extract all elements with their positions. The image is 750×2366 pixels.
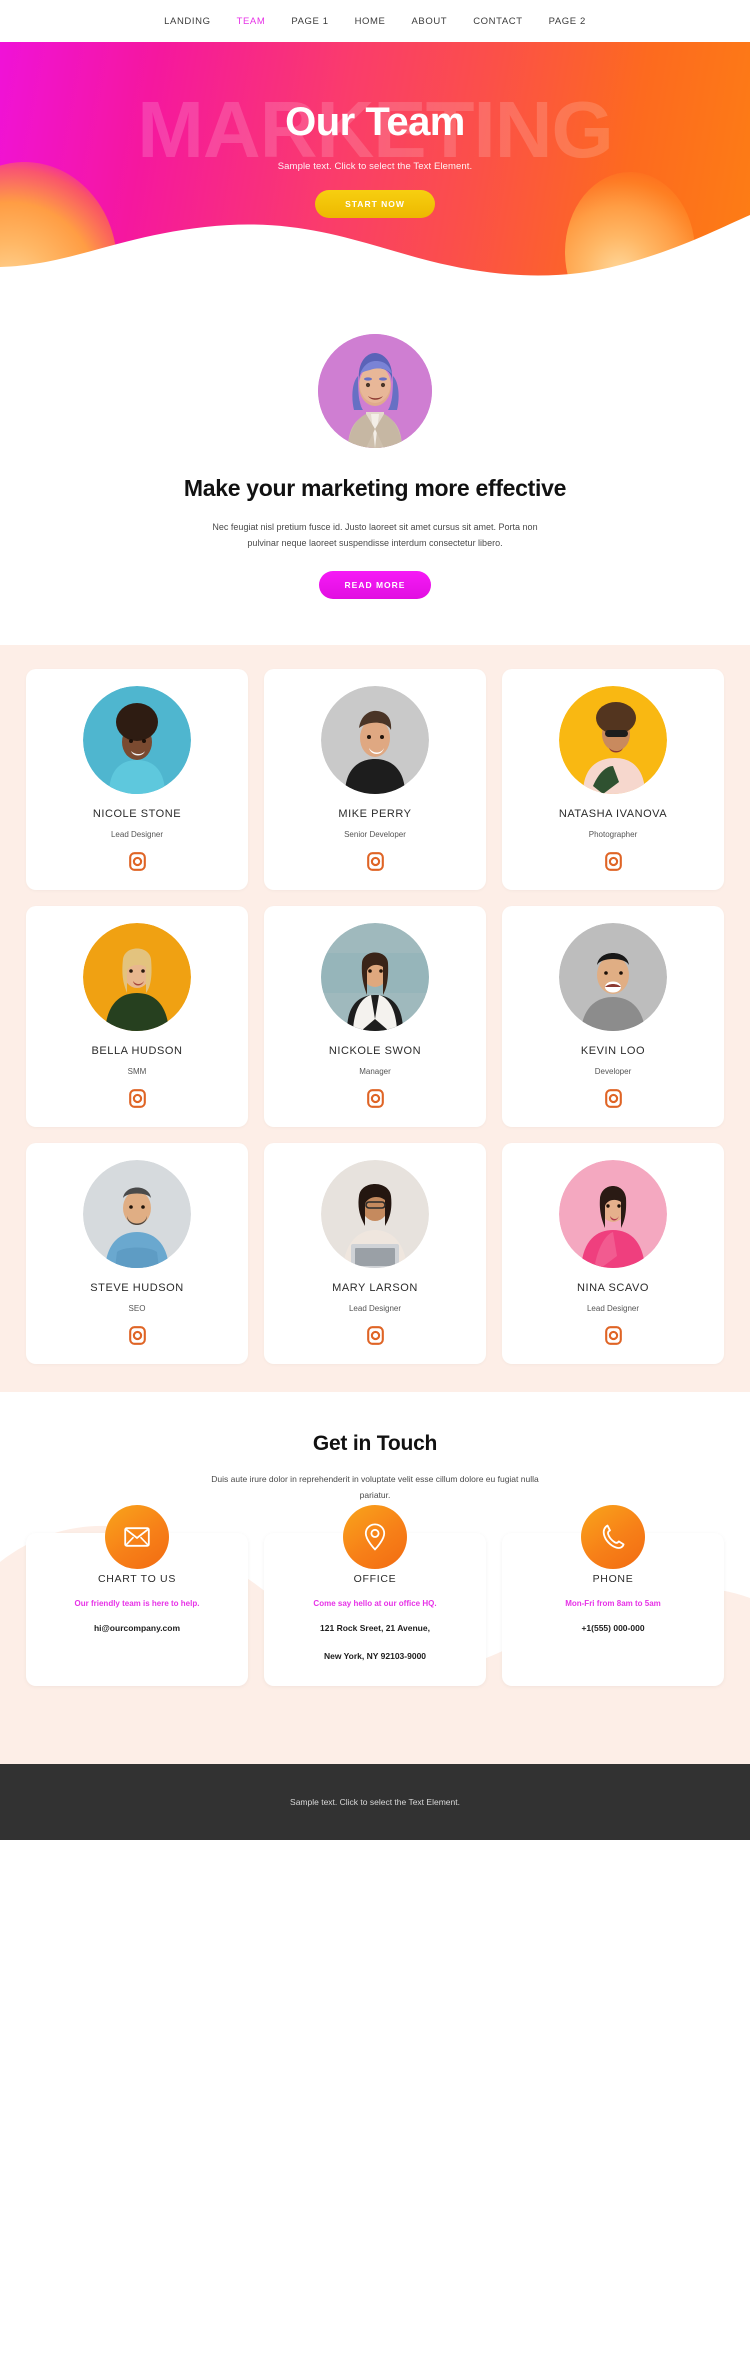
team-member-role: SEO (128, 1304, 146, 1314)
team-card[interactable]: MIKE PERRY Senior Developer (264, 669, 486, 891)
instagram-icon[interactable] (128, 1089, 146, 1109)
team-member-role: Manager (359, 1067, 391, 1077)
main-navigation: LANDING TEAM PAGE 1 HOME ABOUT CONTACT P… (0, 0, 750, 42)
person-photo-icon (559, 686, 667, 795)
nav-item-landing[interactable]: LANDING (164, 16, 210, 27)
team-member-role: Developer (594, 1067, 632, 1077)
instagram-icon[interactable] (366, 1326, 384, 1346)
team-card[interactable]: STEVE HUDSON SEO (26, 1143, 248, 1365)
intro-paragraph: Nec feugiat nisl pretium fusce id. Justo… (212, 521, 538, 548)
contact-card-value[interactable]: +1(555) 000-000 (514, 1620, 712, 1636)
team-card[interactable]: NICOLE STONE Lead Designer (26, 669, 248, 891)
team-member-photo (321, 1160, 429, 1269)
person-photo-icon (83, 686, 191, 795)
person-photo-icon (321, 1160, 429, 1269)
instagram-icon[interactable] (128, 852, 146, 872)
contact-card-note: Come say hello at our office HQ. (313, 1598, 437, 1608)
instagram-icon[interactable] (128, 1326, 146, 1346)
avatar (318, 334, 432, 448)
team-card[interactable]: KEVIN LOO Developer (502, 906, 724, 1128)
team-member-name: MIKE PERRY (338, 808, 412, 821)
team-card[interactable]: NATASHA IVANOVA Photographer (502, 669, 724, 891)
team-member-photo (83, 1160, 191, 1269)
nav-item-home[interactable]: HOME (355, 16, 386, 27)
person-photo-icon (83, 923, 191, 1032)
team-member-photo (559, 1160, 667, 1269)
contact-card-value-line1: 121 Rock Sreet, 21 Avenue, (320, 1622, 430, 1633)
instagram-icon[interactable] (366, 852, 384, 872)
contact-card[interactable]: OFFICE Come say hello at our office HQ. … (264, 1504, 486, 1687)
contact-cards: CHART TO US Our friendly team is here to… (0, 1503, 750, 1687)
person-photo-icon (559, 1160, 667, 1269)
team-member-name: KEVIN LOO (580, 1045, 646, 1058)
team-member-name: MARY LARSON (332, 1282, 418, 1295)
team-member-role: Lead Designer (586, 1304, 640, 1314)
footer-text: Sample text. Click to select the Text El… (290, 1797, 460, 1808)
person-photo-icon (559, 923, 667, 1032)
team-row: NICOLE STONE Lead Designer MIKE PERRY Se… (26, 669, 724, 891)
team-member-role: Photographer (588, 830, 638, 840)
map-pin-icon (343, 1504, 407, 1569)
team-card[interactable]: NICKOLE SWON Manager (264, 906, 486, 1128)
team-card[interactable]: NINA SCAVO Lead Designer (502, 1143, 724, 1365)
nav-item-team[interactable]: TEAM (237, 16, 266, 27)
contact-card-note: Our friendly team is here to help. (74, 1598, 200, 1608)
team-row: STEVE HUDSON SEO MARY LARSON Lead Design… (26, 1143, 724, 1365)
envelope-icon (105, 1504, 169, 1569)
team-member-name: STEVE HUDSON (90, 1282, 184, 1295)
team-member-role: Lead Designer (348, 1304, 402, 1314)
contact-card[interactable]: PHONE Mon-Fri from 8am to 5am +1(555) 00… (502, 1504, 724, 1687)
hero-title: Our Team (285, 100, 465, 144)
phone-icon (581, 1504, 645, 1569)
team-member-photo (559, 923, 667, 1032)
team-member-photo (83, 686, 191, 795)
avatar-3d-character-icon (318, 334, 432, 448)
team-member-name: NICKOLE SWON (328, 1045, 422, 1058)
person-photo-icon (321, 923, 429, 1032)
team-member-name: NINA SCAVO (577, 1282, 649, 1295)
contact-section: Get in Touch Duis aute irure dolor in re… (0, 1392, 750, 1765)
contact-card[interactable]: CHART TO US Our friendly team is here to… (26, 1504, 248, 1687)
team-member-name: NATASHA IVANOVA (558, 808, 668, 821)
instagram-icon[interactable] (604, 1089, 622, 1109)
team-member-photo (321, 686, 429, 795)
page-footer: Sample text. Click to select the Text El… (0, 1764, 750, 1841)
team-member-name: NICOLE STONE (92, 808, 182, 821)
person-photo-icon (321, 686, 429, 795)
team-member-name: BELLA HUDSON (91, 1045, 183, 1058)
nav-item-page-1[interactable]: PAGE 1 (291, 16, 328, 27)
team-card[interactable]: BELLA HUDSON SMM (26, 906, 248, 1128)
intro-section: Make your marketing more effective Nec f… (0, 292, 750, 646)
team-section: NICOLE STONE Lead Designer MIKE PERRY Se… (0, 645, 750, 1393)
nav-item-page-2[interactable]: PAGE 2 (549, 16, 586, 27)
team-member-photo (559, 686, 667, 795)
instagram-icon[interactable] (366, 1089, 384, 1109)
team-member-role: SMM (127, 1067, 147, 1077)
person-photo-icon (83, 1160, 191, 1269)
team-member-photo (321, 923, 429, 1032)
contact-paragraph: Duis aute irure dolor in reprehenderit i… (211, 1474, 539, 1500)
team-card[interactable]: MARY LARSON Lead Designer (264, 1143, 486, 1365)
instagram-icon[interactable] (604, 1326, 622, 1346)
contact-card-label: CHART TO US (97, 1572, 177, 1585)
team-member-photo (83, 923, 191, 1032)
team-member-role: Senior Developer (344, 830, 406, 840)
contact-card-value[interactable]: hi@ourcompany.com (38, 1620, 236, 1636)
read-more-button[interactable]: READ MORE (318, 571, 432, 600)
team-row: BELLA HUDSON SMM NICKOLE SWON Manager KE… (26, 906, 724, 1128)
nav-item-about[interactable]: ABOUT (411, 16, 447, 27)
contact-card-value-line2: New York, NY 92103-9000 (323, 1650, 427, 1661)
hero-section: MARKETING Our Team Sample text. Click to… (0, 42, 750, 292)
contact-card-note: Mon-Fri from 8am to 5am (565, 1598, 661, 1608)
hero-subtitle: Sample text. Click to select the Text El… (277, 161, 473, 172)
instagram-icon[interactable] (604, 852, 622, 872)
contact-heading: Get in Touch (312, 1432, 438, 1456)
contact-card-label: OFFICE (353, 1572, 397, 1585)
nav-item-contact[interactable]: CONTACT (473, 16, 522, 27)
team-member-role: Lead Designer (110, 830, 164, 840)
intro-heading: Make your marketing more effective (183, 475, 567, 501)
contact-card-label: PHONE (592, 1572, 634, 1585)
hero-wave-divider (0, 215, 750, 292)
